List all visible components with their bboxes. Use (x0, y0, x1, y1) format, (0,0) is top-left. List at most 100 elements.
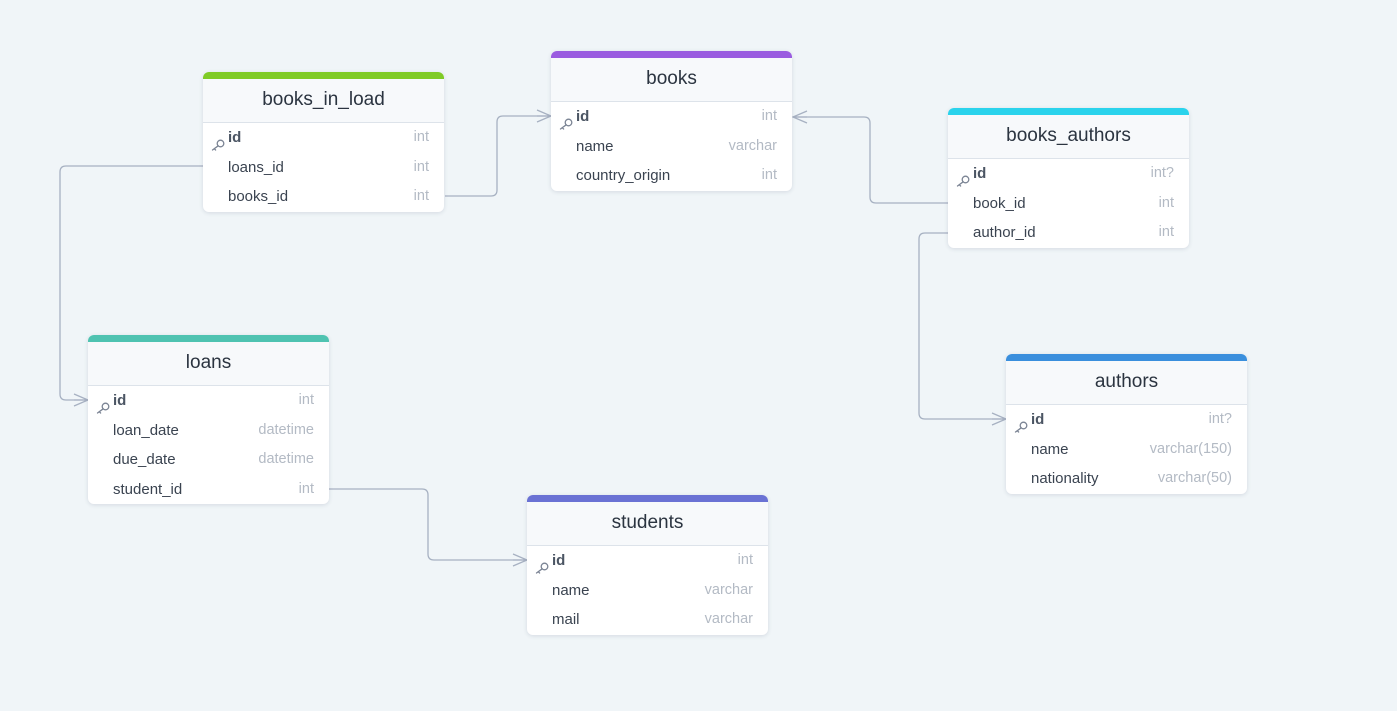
field-name: id (576, 108, 590, 125)
table-name: loans (88, 342, 329, 386)
table-books-authors[interactable]: books_authors id int? book_id int author_id i… (948, 108, 1189, 248)
field-name: books_id (228, 188, 289, 205)
relation-loans-students[interactable] (329, 488, 529, 567)
field-name: id (1031, 411, 1045, 428)
field-name: id (113, 392, 127, 409)
key-icon (1014, 414, 1028, 433)
relation-line (918, 232, 1006, 420)
field-type: int (761, 167, 777, 183)
field-name: country_origin (576, 167, 671, 184)
key-icon (559, 111, 573, 130)
field-name: id (228, 129, 242, 146)
field-name: due_date (113, 451, 176, 468)
field-row[interactable]: loans_id int (203, 153, 444, 183)
field-name: id (973, 165, 987, 182)
field-name: name (1031, 440, 1069, 458)
field-name: id (552, 552, 566, 569)
table-color-bar (88, 335, 329, 342)
field-row[interactable]: book_id int (948, 189, 1189, 219)
table-name: students (527, 502, 768, 546)
field-type: int (298, 392, 314, 408)
field-type: varchar (728, 137, 777, 154)
table-fields: id int name varchar mail varchar (527, 546, 768, 635)
field-row[interactable]: id int? (948, 159, 1189, 189)
table-books-in-load[interactable]: books_in_load id int loans_id int books_id in… (203, 72, 444, 212)
table-color-bar (527, 495, 768, 502)
field-name: name (552, 581, 590, 599)
table-name: authors (1006, 361, 1247, 405)
field-row[interactable]: loan_date datetime (88, 416, 329, 446)
field-name: mail (552, 611, 580, 628)
crows-foot-icon (512, 553, 529, 567)
field-row[interactable]: id int (551, 102, 792, 132)
table-fields: id int? name varchar(150) nationality varchar… (1006, 405, 1247, 494)
field-type: int? (1150, 165, 1174, 181)
relation-line (793, 116, 948, 204)
field-type: varchar(150) (1149, 440, 1232, 457)
table-fields: id int loan_date datetime due_date datetime st… (88, 386, 329, 504)
relation-line (329, 488, 527, 561)
relation-books-books-authors[interactable] (791, 110, 948, 204)
field-type: varchar(50) (1157, 470, 1232, 486)
field-row[interactable]: country_origin int (551, 161, 792, 191)
field-name: loans_id (228, 158, 284, 176)
table-name: books_authors (948, 115, 1189, 159)
key-icon (211, 132, 225, 151)
table-name: books_in_load (203, 79, 444, 123)
field-type: int (413, 158, 429, 175)
field-row[interactable]: name varchar (527, 576, 768, 606)
field-row[interactable]: books_id int (203, 182, 444, 212)
table-color-bar (551, 51, 792, 58)
field-type: varchar (704, 611, 753, 627)
field-row[interactable]: name varchar (551, 132, 792, 162)
table-fields: id int name varchar country_origin int (551, 102, 792, 191)
table-name: books (551, 58, 792, 102)
field-row[interactable]: id int (527, 546, 768, 576)
field-row[interactable]: due_date datetime (88, 445, 329, 475)
field-row[interactable]: mail varchar (527, 605, 768, 635)
table-fields: id int loans_id int books_id int (203, 123, 444, 212)
relation-books-in-load-books[interactable] (445, 109, 553, 197)
field-name: student_id (113, 480, 183, 498)
field-row[interactable]: id int (203, 123, 444, 153)
table-books[interactable]: books id int name varchar country_origin int (551, 51, 792, 191)
field-name: author_id (973, 224, 1036, 241)
key-icon (956, 168, 970, 187)
field-type: int (1158, 224, 1174, 240)
field-row[interactable]: nationality varchar(50) (1006, 464, 1247, 494)
field-type: datetime (258, 421, 314, 438)
field-name: book_id (973, 194, 1026, 212)
field-type: varchar (704, 581, 753, 598)
crows-foot-icon (73, 393, 90, 407)
field-type: int (413, 129, 429, 145)
field-type: int (1158, 194, 1174, 211)
field-type: int (761, 108, 777, 124)
crows-foot-icon (536, 109, 553, 123)
field-row[interactable]: student_id int (88, 475, 329, 505)
table-authors[interactable]: authors id int? name varchar(150) nationalit… (1006, 354, 1247, 494)
field-name: loan_date (113, 421, 179, 439)
field-row[interactable]: name varchar(150) (1006, 435, 1247, 465)
crows-foot-icon (991, 412, 1008, 426)
diagram-canvas[interactable]: books_in_load id int loans_id int books_id in… (0, 0, 1397, 711)
table-loans[interactable]: loans id int loan_date datetime due_date date… (88, 335, 329, 504)
field-type: int (298, 480, 314, 497)
field-row[interactable]: author_id int (948, 218, 1189, 248)
field-row[interactable]: id int? (1006, 405, 1247, 435)
field-type: datetime (258, 451, 314, 467)
table-color-bar (948, 108, 1189, 115)
field-type: int? (1208, 411, 1232, 427)
relation-line (445, 115, 551, 197)
relation-books-authors-authors[interactable] (918, 232, 1008, 426)
table-color-bar (1006, 354, 1247, 361)
table-fields: id int? book_id int author_id int (948, 159, 1189, 248)
field-row[interactable]: id int (88, 386, 329, 416)
field-name: nationality (1031, 470, 1099, 487)
crows-foot-icon (791, 110, 808, 124)
field-type: int (413, 188, 429, 204)
table-students[interactable]: students id int name varchar mail varchar (527, 495, 768, 635)
key-icon (96, 395, 110, 414)
field-type: int (737, 552, 753, 568)
key-icon (535, 555, 549, 574)
field-name: name (576, 137, 614, 155)
